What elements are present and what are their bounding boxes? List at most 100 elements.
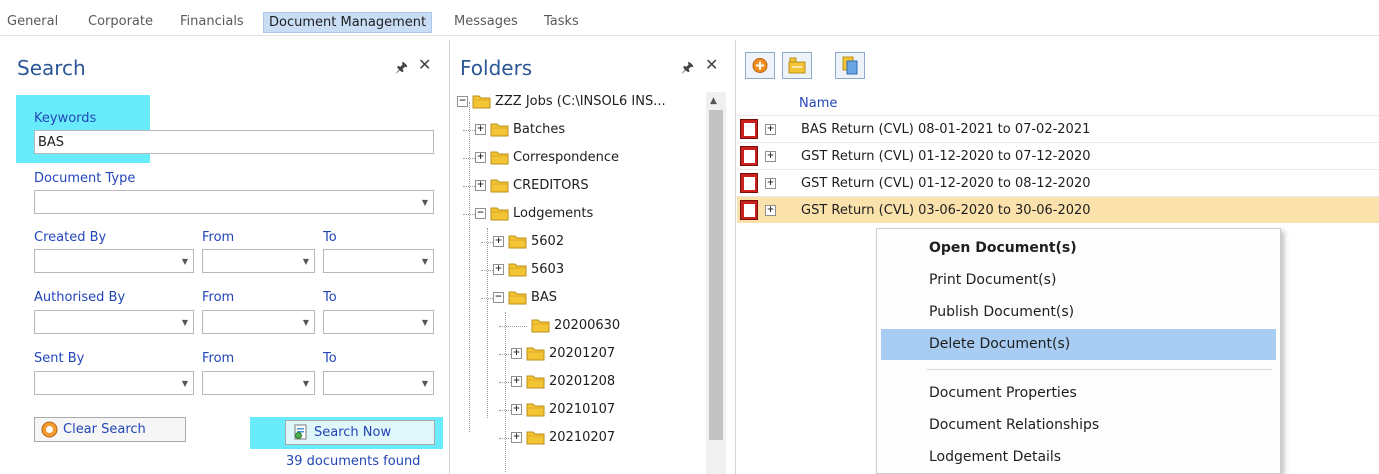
open-folder-icon [788, 57, 806, 74]
menu-delete-documents[interactable]: Delete Document(s) [881, 329, 1276, 360]
clear-search-button[interactable]: Clear Search [34, 417, 186, 442]
menu-publish-documents[interactable]: Publish Document(s) [881, 297, 1276, 328]
document-row[interactable]: + GST Return (CVL) 01-12-2020 to 07-12-20… [737, 142, 1379, 169]
tab-corporate[interactable]: Corporate [88, 14, 153, 29]
expand-icon[interactable]: + [475, 124, 486, 135]
sent-from-date[interactable]: ▼ [202, 371, 315, 395]
collapse-icon[interactable]: − [475, 208, 486, 219]
document-type-label: Document Type [34, 171, 136, 186]
tab-general[interactable]: General [7, 14, 58, 29]
tree-item[interactable]: + Batches [451, 117, 701, 145]
add-document-button[interactable] [745, 52, 775, 79]
document-row[interactable]: + GST Return (CVL) 01-12-2020 to 08-12-20… [737, 169, 1379, 196]
chevron-down-icon: ▼ [302, 318, 309, 327]
sent-to-date[interactable]: ▼ [323, 371, 434, 395]
expand-icon[interactable]: + [765, 124, 776, 135]
tab-messages[interactable]: Messages [454, 14, 518, 29]
document-type-select[interactable]: ▼ [34, 190, 434, 214]
menu-print-documents[interactable]: Print Document(s) [881, 265, 1276, 296]
expand-icon[interactable]: + [493, 264, 504, 275]
expand-icon[interactable]: + [511, 376, 522, 387]
keywords-label: Keywords [34, 111, 97, 126]
chevron-down-icon: ▼ [181, 318, 188, 327]
expand-icon[interactable]: + [765, 205, 776, 216]
sent-by-select[interactable]: ▼ [34, 371, 194, 395]
tree-item-label: 20210107 [549, 402, 616, 417]
pin-icon[interactable]: 🖈 [395, 57, 408, 81]
menu-lodgement-details[interactable]: Lodgement Details [881, 442, 1276, 473]
tree-item-label: 5602 [531, 234, 565, 249]
document-name: GST Return (CVL) 01-12-2020 to 08-12-202… [801, 176, 1091, 191]
pdf-icon-glyph [744, 123, 755, 136]
collapse-icon[interactable]: − [493, 292, 504, 303]
expand-icon[interactable]: + [765, 178, 776, 189]
expand-icon[interactable]: + [475, 180, 486, 191]
tree-item[interactable]: − ZZZ Jobs (C:\INSOL6 INS... [451, 89, 701, 117]
menu-document-properties[interactable]: Document Properties [881, 378, 1276, 409]
open-folder-button[interactable] [782, 52, 812, 79]
tree-connector [487, 228, 488, 418]
close-icon[interactable]: ✕ [705, 55, 718, 74]
folder-icon [490, 123, 509, 137]
expand-icon[interactable]: + [475, 152, 486, 163]
document-name: GST Return (CVL) 01-12-2020 to 07-12-202… [801, 149, 1091, 164]
chevron-down-icon: ▼ [181, 379, 188, 388]
chevron-down-icon: ▼ [421, 198, 428, 207]
tree-item[interactable]: − BAS [451, 285, 701, 313]
tree-item[interactable]: 20200630 [451, 313, 701, 341]
tree-item[interactable]: +5603 [451, 257, 701, 285]
chevron-down-icon: ▼ [181, 257, 188, 266]
tree-scroll-thumb[interactable] [709, 110, 723, 440]
folder-icon [531, 319, 550, 333]
created-to-date[interactable]: ▼ [323, 249, 434, 273]
authorised-from-date[interactable]: ▼ [202, 310, 315, 334]
search-now-label: Search Now [314, 425, 392, 440]
sent-to-label: To [323, 351, 337, 366]
folder-icon [508, 291, 527, 305]
expand-icon[interactable]: + [511, 404, 522, 415]
chevron-down-icon: ▼ [302, 379, 309, 388]
authorised-to-label: To [323, 290, 337, 305]
pin-icon[interactable]: 🖈 [681, 57, 694, 81]
document-row[interactable]: + GST Return (CVL) 03-06-2020 to 30-06-20… [737, 196, 1379, 223]
tree-item[interactable]: + CREDITORS [451, 173, 701, 201]
tree-item[interactable]: +20210107 [451, 397, 701, 425]
created-to-label: To [323, 230, 337, 245]
authorised-by-select[interactable]: ▼ [34, 310, 194, 334]
search-now-button[interactable]: Search Now [285, 420, 435, 445]
collapse-icon[interactable]: − [457, 96, 468, 107]
expand-icon[interactable]: + [511, 432, 522, 443]
tab-financials[interactable]: Financials [180, 14, 244, 29]
created-from-date[interactable]: ▼ [202, 249, 315, 273]
name-column-header[interactable]: Name [799, 96, 837, 111]
tree-item[interactable]: +5602 [451, 229, 701, 257]
tree-item[interactable]: + Correspondence [451, 145, 701, 173]
expand-icon[interactable]: + [511, 348, 522, 359]
clear-search-label: Clear Search [63, 422, 146, 437]
scroll-up-icon[interactable]: ▲ [710, 96, 717, 106]
search-document-icon [294, 424, 307, 440]
tab-document-management[interactable]: Document Management [263, 12, 433, 33]
tree-item[interactable]: +20210207 [451, 425, 701, 453]
tree-item-label: CREDITORS [513, 178, 589, 193]
tab-tasks[interactable]: Tasks [544, 14, 579, 29]
attach-documents-button[interactable] [835, 52, 865, 79]
chevron-down-icon: ▼ [421, 379, 428, 388]
tree-item[interactable]: +20201207 [451, 341, 701, 369]
tree-item[interactable]: +20201208 [451, 369, 701, 397]
keywords-input[interactable]: BAS [34, 130, 434, 154]
tree-item-label: Lodgements [513, 206, 594, 221]
authorised-by-label: Authorised By [34, 290, 126, 305]
tree-item[interactable]: − Lodgements [451, 201, 701, 229]
authorised-to-date[interactable]: ▼ [323, 310, 434, 334]
menu-separator [927, 369, 1272, 370]
document-name: BAS Return (CVL) 08-01-2021 to 07-02-202… [801, 122, 1091, 137]
expand-icon[interactable]: + [493, 236, 504, 247]
menu-document-relationships[interactable]: Document Relationships [881, 410, 1276, 441]
menu-open-documents[interactable]: Open Document(s) [881, 233, 1276, 264]
close-icon[interactable]: ✕ [418, 55, 431, 74]
document-row[interactable]: + BAS Return (CVL) 08-01-2021 to 07-02-20… [737, 115, 1379, 142]
folders-panel: Folders 🖈 ✕ − ZZZ Jobs (C:\INSOL6 INS... +… [451, 40, 736, 474]
expand-icon[interactable]: + [765, 151, 776, 162]
created-by-select[interactable]: ▼ [34, 249, 194, 273]
